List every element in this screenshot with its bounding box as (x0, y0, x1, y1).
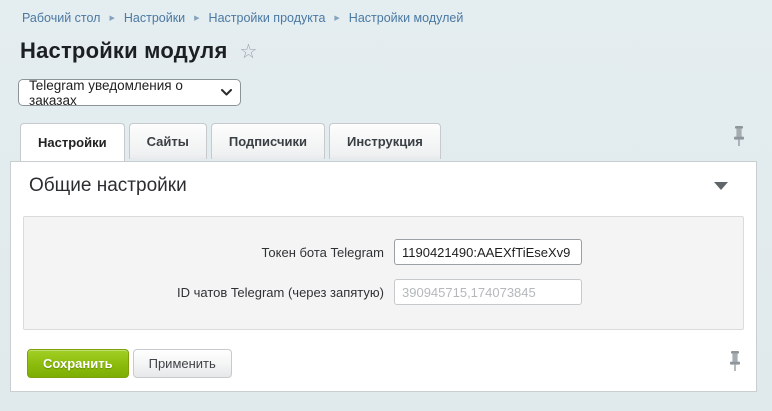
breadcrumb: Рабочий стол ▶ Настройки ▶ Настройки про… (0, 0, 772, 25)
favorite-star-icon[interactable]: ☆ (240, 40, 258, 62)
chevron-down-icon (221, 89, 232, 96)
apply-button[interactable]: Применить (133, 349, 232, 378)
actions-bar: Сохранить Применить (27, 349, 728, 378)
general-settings-fieldset: Токен бота Telegram ID чатов Telegram (ч… (23, 216, 744, 330)
tab-instruction[interactable]: Инструкция (329, 123, 441, 159)
form-row-chat-ids: ID чатов Telegram (через запятую) (24, 279, 743, 305)
tab-subscribers[interactable]: Подписчики (211, 123, 325, 159)
collapse-arrow-icon[interactable] (714, 182, 728, 190)
chat-ids-label: ID чатов Telegram (через запятую) (24, 285, 394, 300)
tab-bar: Настройки Сайты Подписчики Инструкция (0, 121, 772, 159)
form-row-token: Токен бота Telegram (24, 239, 743, 265)
save-button[interactable]: Сохранить (27, 349, 129, 378)
module-select-value: Telegram уведомления о заказах (29, 78, 221, 108)
settings-panel: Общие настройки Токен бота Telegram ID ч… (10, 161, 757, 392)
breadcrumb-arrow-icon: ▶ (194, 14, 199, 22)
section-header-general[interactable]: Общие настройки (11, 162, 756, 207)
token-label: Токен бота Telegram (24, 245, 394, 260)
telegram-token-input[interactable] (394, 239, 582, 265)
title-row: Настройки модуля ☆ (20, 38, 772, 64)
breadcrumb-arrow-icon: ▶ (334, 14, 339, 22)
section-title: Общие настройки (29, 175, 187, 197)
breadcrumb-link-settings[interactable]: Настройки (124, 11, 185, 25)
tab-settings[interactable]: Настройки (20, 123, 125, 161)
pin-icon[interactable] (732, 125, 746, 147)
breadcrumb-link-desktop[interactable]: Рабочий стол (22, 11, 100, 25)
pin-icon[interactable] (728, 350, 742, 372)
module-select[interactable]: Telegram уведомления о заказах (18, 79, 241, 106)
breadcrumb-link-module-settings[interactable]: Настройки модулей (349, 11, 464, 25)
tab-sites[interactable]: Сайты (129, 123, 207, 159)
telegram-chat-ids-input[interactable] (394, 279, 582, 305)
breadcrumb-arrow-icon: ▶ (109, 14, 114, 22)
breadcrumb-link-product-settings[interactable]: Настройки продукта (209, 11, 326, 25)
page-title: Настройки модуля (20, 38, 228, 64)
